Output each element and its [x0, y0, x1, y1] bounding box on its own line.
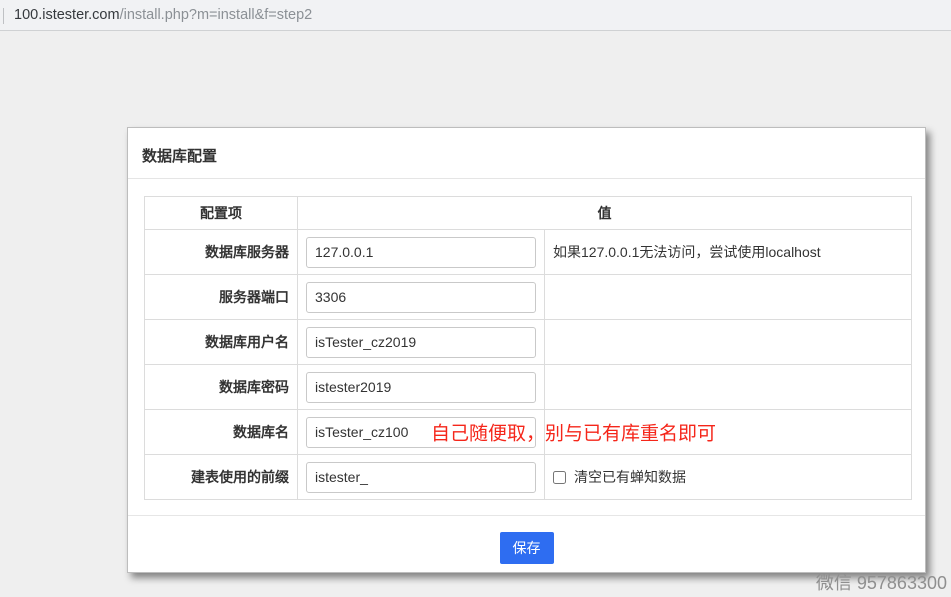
table-row: 建表使用的前缀 清空已有蝉知数据 — [145, 455, 912, 500]
db-port-hint — [545, 275, 912, 320]
table-row: 数据库名 自己随便取，别与已有库重名即可 — [145, 410, 912, 455]
db-name-label: 数据库名 — [145, 410, 298, 455]
db-host-label: 数据库服务器 — [145, 230, 298, 275]
clear-data-checkbox-label: 清空已有蝉知数据 — [574, 467, 686, 487]
db-password-input[interactable] — [306, 372, 536, 403]
column-header-value: 值 — [298, 197, 912, 230]
db-port-input[interactable] — [306, 282, 536, 313]
db-host-hint: 如果127.0.0.1无法访问，尝试使用localhost — [545, 230, 912, 275]
db-user-input[interactable] — [306, 327, 536, 358]
table-prefix-input[interactable] — [306, 462, 536, 493]
card-header: 数据库配置 — [128, 128, 925, 179]
table-prefix-label: 建表使用的前缀 — [145, 455, 298, 500]
table-row: 服务器端口 — [145, 275, 912, 320]
db-user-hint — [545, 320, 912, 365]
page-title: 数据库配置 — [142, 148, 217, 165]
table-header-row: 配置项 值 — [145, 197, 912, 230]
database-config-card: 数据库配置 配置项 值 数据库服务器 如果127.0.0.1无法访问，尝试使用l… — [127, 127, 926, 573]
url-host: 100.istester.com — [14, 7, 120, 23]
address-bar-tick — [3, 8, 4, 24]
db-password-label: 数据库密码 — [145, 365, 298, 410]
db-port-label: 服务器端口 — [145, 275, 298, 320]
card-footer: 保存 — [128, 516, 925, 564]
table-row: 数据库用户名 — [145, 320, 912, 365]
wechat-watermark: 微信 957863300 — [816, 569, 947, 595]
column-header-config-item: 配置项 — [145, 197, 298, 230]
config-table: 配置项 值 数据库服务器 如果127.0.0.1无法访问，尝试使用localho… — [144, 196, 912, 500]
clear-data-checkbox[interactable] — [553, 471, 566, 484]
db-password-hint — [545, 365, 912, 410]
url-path: /install.php?m=install&f=step2 — [120, 7, 313, 23]
address-bar[interactable]: 100.istester.com/install.php?m=install&f… — [0, 0, 951, 31]
db-name-annotation: 自己随便取，别与已有库重名即可 — [431, 419, 716, 446]
save-button[interactable]: 保存 — [500, 532, 554, 564]
table-row: 数据库服务器 如果127.0.0.1无法访问，尝试使用localhost — [145, 230, 912, 275]
db-host-input[interactable] — [306, 237, 536, 268]
db-user-label: 数据库用户名 — [145, 320, 298, 365]
table-row: 数据库密码 — [145, 365, 912, 410]
